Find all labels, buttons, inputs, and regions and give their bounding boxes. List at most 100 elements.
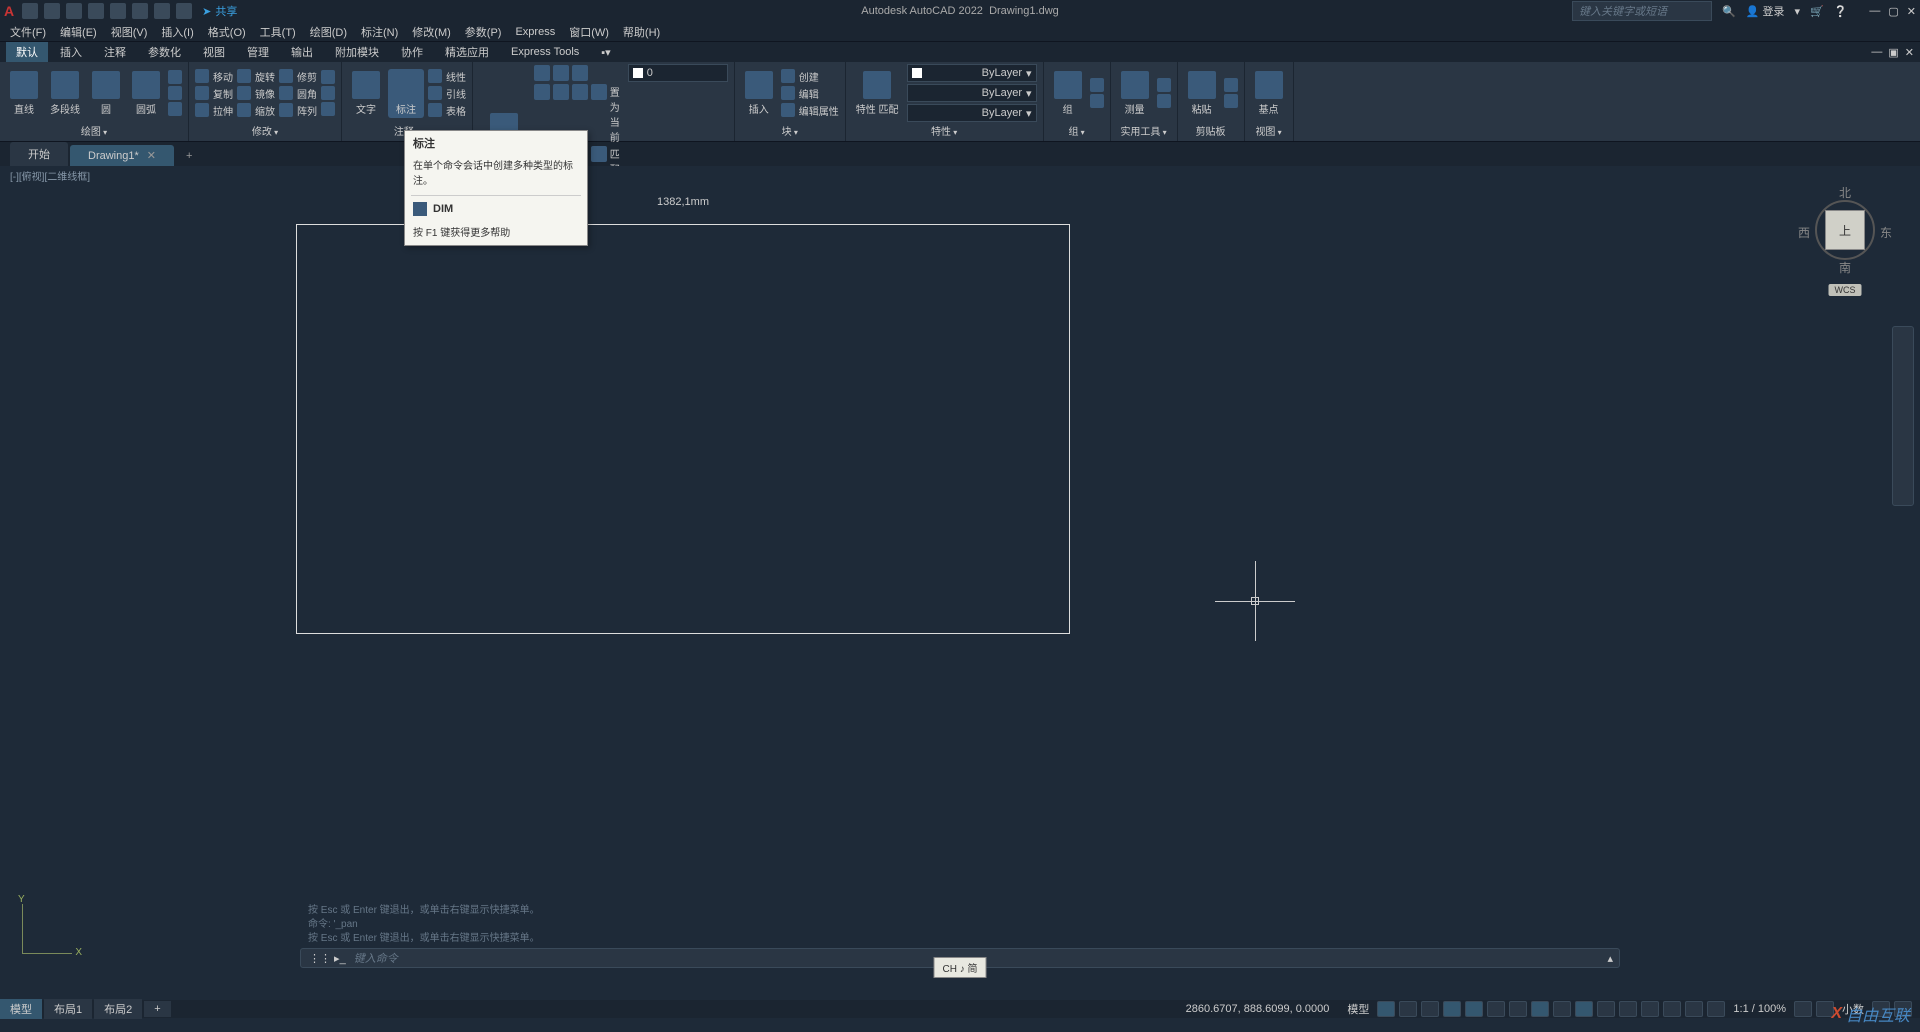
navigation-bar[interactable] (1892, 326, 1914, 506)
ribbon-tab-extra-icon[interactable]: ▪▾ (591, 44, 620, 61)
layoff-icon[interactable] (553, 84, 569, 100)
doc-minimize-icon[interactable]: — (1871, 46, 1882, 59)
layer-lock-icon[interactable] (572, 65, 588, 81)
wcs-label[interactable]: WCS (1829, 284, 1862, 296)
mirror-button[interactable]: 镜像 (237, 86, 275, 101)
viewport-label[interactable]: [-][俯视][二维线框] (10, 168, 90, 183)
copy-button[interactable]: 复制 (195, 86, 233, 101)
maximize-icon[interactable]: ▢ (1888, 5, 1898, 18)
line-button[interactable]: 直线 (6, 69, 42, 118)
ortho-toggle[interactable] (1465, 1001, 1483, 1017)
menu-file[interactable]: 文件(F) (10, 24, 46, 40)
text-button[interactable]: 文字 (348, 69, 384, 118)
doc-close-icon[interactable]: ✕ (1905, 46, 1914, 59)
panel-draw-title[interactable]: 绘图 (6, 122, 182, 139)
3dosnap-toggle[interactable] (1553, 1001, 1571, 1017)
lineweight-toggle[interactable] (1597, 1001, 1615, 1017)
layiso-icon[interactable] (534, 84, 550, 100)
stretch-button[interactable]: 拉伸 (195, 103, 233, 118)
viewcube-top[interactable]: 上 (1825, 210, 1865, 250)
qat-new-icon[interactable] (22, 3, 38, 19)
lineweight-dropdown[interactable]: ByLayer▾ (907, 84, 1037, 102)
layer-on-icon[interactable] (534, 65, 550, 81)
panel-properties-title[interactable]: 特性 (852, 122, 1037, 139)
menu-tools[interactable]: 工具(T) (260, 24, 296, 40)
circle-button[interactable]: 圆 (88, 69, 124, 118)
menu-edit[interactable]: 编辑(E) (60, 24, 97, 40)
draw-ext1[interactable] (168, 70, 182, 84)
ribbon-tab-insert[interactable]: 插入 (50, 42, 92, 62)
panel-modify-title[interactable]: 修改 (195, 122, 335, 139)
panel-group-title[interactable]: 组 (1050, 122, 1104, 139)
linetype-dropdown[interactable]: ByLayer▾ (907, 104, 1037, 122)
util-ext2[interactable] (1157, 94, 1171, 108)
bcreate-button[interactable]: 创建 (781, 69, 839, 84)
modify-ext2[interactable] (321, 86, 335, 100)
layer-freeze-icon[interactable] (553, 65, 569, 81)
groupedit-button[interactable] (1090, 94, 1104, 108)
close-tab-icon[interactable]: ✕ (147, 150, 156, 162)
panel-block-title[interactable]: 块 (741, 122, 839, 139)
model-tab[interactable]: 模型 (0, 999, 42, 1019)
qat-web-icon[interactable] (110, 3, 126, 19)
measure-button[interactable]: 测量 (1117, 69, 1153, 118)
annotation-scale[interactable]: 1:1 / 100% (1729, 1003, 1790, 1015)
polyline-button[interactable]: 多段线 (46, 69, 84, 118)
viewcube-east[interactable]: 东 (1880, 224, 1892, 241)
ribbon-tab-parametric[interactable]: 参数化 (138, 42, 191, 62)
panel-utilities-title[interactable]: 实用工具 (1117, 122, 1171, 139)
dynamic-input-toggle[interactable] (1443, 1001, 1461, 1017)
menu-parametric[interactable]: 参数(P) (465, 24, 502, 40)
menu-help[interactable]: 帮助(H) (623, 24, 660, 40)
viewcube-south[interactable]: 南 (1839, 259, 1851, 276)
ribbon-tab-collaborate[interactable]: 协作 (391, 42, 433, 62)
cut-button[interactable] (1224, 78, 1238, 92)
modify-ext1[interactable] (321, 70, 335, 84)
qat-undo-icon[interactable] (154, 3, 170, 19)
minimize-icon[interactable]: — (1869, 5, 1880, 18)
login-button[interactable]: 👤 登录 (1746, 3, 1785, 19)
add-tab-button[interactable]: + (176, 146, 202, 166)
close-icon[interactable]: ✕ (1907, 5, 1916, 18)
layfrz-icon[interactable] (572, 84, 588, 100)
add-layout-button[interactable]: + (144, 1001, 170, 1017)
isodraft-toggle[interactable] (1509, 1001, 1527, 1017)
rotate-button[interactable]: 旋转 (237, 69, 275, 84)
transparency-toggle[interactable] (1619, 1001, 1637, 1017)
menu-express[interactable]: Express (515, 26, 555, 38)
snap-toggle[interactable] (1399, 1001, 1417, 1017)
command-expand-icon[interactable]: ▴ (1601, 952, 1619, 965)
app-exchange-icon[interactable]: 🛒 (1810, 5, 1824, 18)
workspace-switcher[interactable] (1707, 1001, 1725, 1017)
layer-dropdown[interactable]: 0 (628, 64, 728, 82)
ribbon-tab-featured[interactable]: 精选应用 (435, 42, 499, 62)
file-tab-drawing1[interactable]: Drawing1*✕ (70, 145, 174, 166)
modify-ext3[interactable] (321, 102, 335, 116)
quick-props-toggle[interactable] (1685, 1001, 1703, 1017)
menu-format[interactable]: 格式(O) (208, 24, 246, 40)
insert-button[interactable]: 插入 (741, 69, 777, 118)
ribbon-tab-output[interactable]: 输出 (281, 42, 323, 62)
share-button[interactable]: ➤ 共享 (202, 3, 237, 19)
trim-button[interactable]: 修剪 (279, 69, 317, 84)
ribbon-tab-addins[interactable]: 附加模块 (325, 42, 389, 62)
array-button[interactable]: 阵列 (279, 103, 317, 118)
otrack-toggle[interactable] (1575, 1001, 1593, 1017)
draw-ext3[interactable] (168, 102, 182, 116)
file-tab-start[interactable]: 开始 (10, 142, 68, 166)
layulk-icon[interactable] (591, 146, 607, 162)
matchprop-button[interactable]: 特性 匹配 (852, 69, 903, 118)
qat-redo-icon[interactable] (176, 3, 192, 19)
paste-button[interactable]: 粘贴 (1184, 69, 1220, 118)
command-handle-icon[interactable]: ⋮⋮ ▸_ (301, 952, 354, 965)
move-button[interactable]: 移动 (195, 69, 233, 84)
coordinates-display[interactable]: 2860.6707, 888.6099, 0.0000 (1186, 1003, 1330, 1015)
ribbon-tab-annotate[interactable]: 注释 (94, 42, 136, 62)
group-button[interactable]: 组 (1050, 69, 1086, 118)
layout2-tab[interactable]: 布局2 (94, 999, 142, 1019)
viewcube-north[interactable]: 北 (1839, 184, 1851, 201)
ucs-icon[interactable]: Y X (16, 900, 76, 960)
qat-plot-icon[interactable] (132, 3, 148, 19)
ribbon-tab-home[interactable]: 默认 (6, 42, 48, 62)
qat-open-icon[interactable] (44, 3, 60, 19)
